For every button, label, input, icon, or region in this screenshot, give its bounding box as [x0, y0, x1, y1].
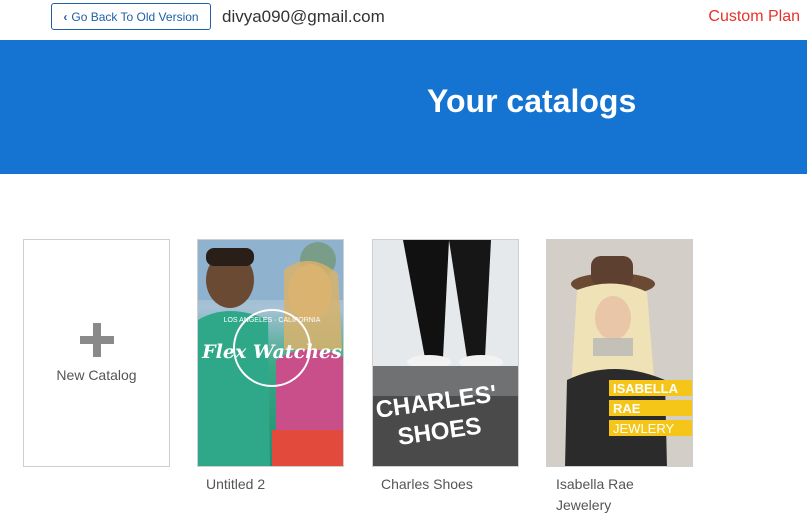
cover-band-line1: ISABELLA: [613, 381, 679, 396]
cover-band-line3: JEWLERY: [613, 421, 674, 436]
hero-banner: Your catalogs: [0, 40, 807, 174]
catalog-name-line2: Jewelery: [556, 497, 612, 513]
catalog-name[interactable]: Isabella Rae Jewelery: [556, 474, 706, 516]
new-catalog-card[interactable]: New Catalog: [23, 239, 170, 467]
cover-band-line2: RAE: [613, 401, 641, 416]
cover-small-text: LOS ANGELES · CALIFORNIA: [224, 317, 321, 324]
catalog-card-isabella-rae-jewelery[interactable]: ISABELLA RAE JEWLERY: [546, 239, 693, 467]
cover-brand-text: Flex Watches: [201, 341, 342, 363]
user-email: divya090@gmail.com: [222, 7, 385, 26]
catalog-cover-image: LOS ANGELES · CALIFORNIA Flex Watches: [198, 240, 343, 466]
go-back-old-version-button[interactable]: ‹ Go Back To Old Version: [51, 3, 211, 30]
new-catalog-label: New Catalog: [56, 367, 137, 383]
catalog-card-charles-shoes[interactable]: CHARLES' SHOES: [372, 239, 519, 467]
catalog-cover-image: CHARLES' SHOES: [373, 240, 518, 466]
catalog-name[interactable]: Charles Shoes: [381, 474, 531, 495]
catalog-name[interactable]: Untitled 2: [206, 474, 356, 495]
catalog-name-line1: Isabella Rae: [556, 476, 634, 492]
plan-link[interactable]: Custom Plan: [708, 8, 800, 26]
catalog-card-untitled-2[interactable]: LOS ANGELES · CALIFORNIA Flex Watches: [197, 239, 344, 467]
top-bar: ‹ Go Back To Old Version divya090@gmail.…: [0, 0, 807, 40]
catalog-cover-image: ISABELLA RAE JEWLERY: [547, 240, 692, 466]
page-title: Your catalogs: [427, 83, 637, 119]
back-button-label: Go Back To Old Version: [71, 9, 199, 24]
chevron-left-icon: ‹: [63, 9, 68, 24]
plus-icon: [79, 323, 114, 357]
